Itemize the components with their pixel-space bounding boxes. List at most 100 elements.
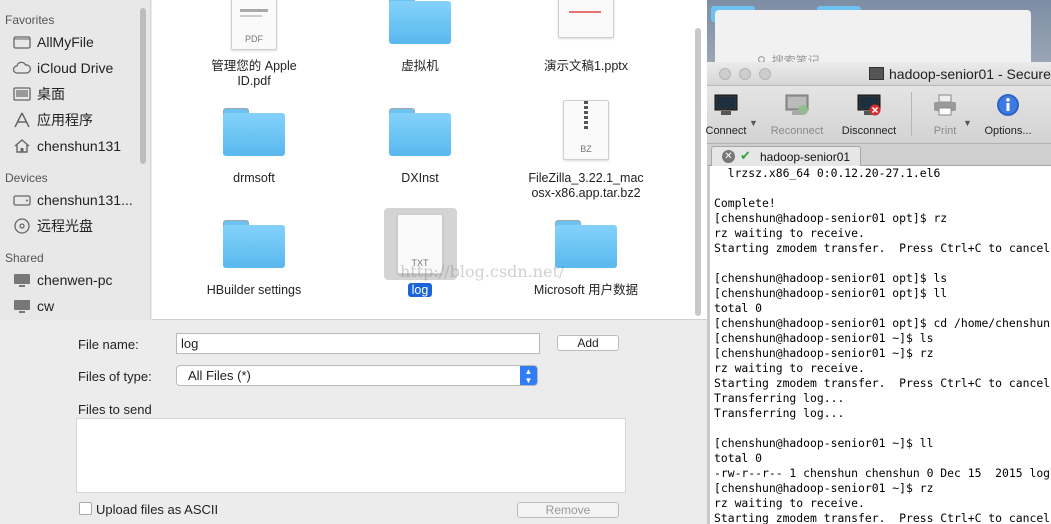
monitor-icon <box>12 272 32 288</box>
optical-disc-icon <box>12 218 32 234</box>
file-label: drmsoft <box>233 171 275 185</box>
sidebar-item-label: 应用程序 <box>37 112 93 128</box>
connect-button[interactable]: Connect <box>703 86 749 137</box>
sidebar-item-label: chenshun131... <box>37 192 133 208</box>
disk-icon <box>12 192 32 208</box>
crt-titlebar: hadoop-senior01 - SecureC <box>707 62 1051 86</box>
folder-icon <box>389 0 451 44</box>
terminal-line: [chenshun@hadoop-senior01 opt]$ ll <box>714 286 948 300</box>
sidebar-item-applications[interactable]: 应用程序 <box>12 109 93 131</box>
sidebar-item-label: 桌面 <box>37 86 65 102</box>
printer-icon <box>932 93 958 117</box>
reconnect-button[interactable]: Reconnect <box>767 86 827 137</box>
terminal-icon <box>869 67 884 80</box>
options-label: Options... <box>984 125 1032 137</box>
session-tab-label: hadoop-senior01 <box>760 150 851 164</box>
sidebar-item-label: chenshun131 <box>37 138 122 154</box>
sidebar-item-icloud-drive[interactable]: iCloud Drive <box>12 57 113 79</box>
upload-ascii-checkbox[interactable] <box>79 502 92 515</box>
sidebar-item-allmyfile[interactable]: AllMyFile <box>12 31 94 53</box>
terminal-line: rz waiting to receive. <box>714 226 865 240</box>
minimize-window-button[interactable] <box>739 68 751 80</box>
folder-icon <box>389 108 451 156</box>
file-label: 虚拟机 <box>401 59 439 73</box>
folder-icon <box>223 108 285 156</box>
sidebar-item-disk[interactable]: chenshun131... <box>12 189 133 211</box>
terminal-line: total 0 <box>714 451 763 465</box>
sidebar-item-label: cw <box>37 298 55 314</box>
toolbar-separator <box>911 92 912 136</box>
file-label: 管理您的 Apple ID.pdf <box>211 59 297 88</box>
terminal-line: [chenshun@hadoop-senior01 opt]$ cd /home… <box>714 316 1051 330</box>
sidebar-item-label: 远程光盘 <box>37 218 93 234</box>
pptx-file-icon <box>558 0 614 38</box>
terminal-line: Starting zmodem transfer. Press Ctrl+C t… <box>714 511 1051 524</box>
print-dropdown-icon[interactable]: ▼ <box>963 118 972 128</box>
connect-label: Connect <box>705 125 747 137</box>
disconnect-label: Disconnect <box>841 125 897 137</box>
terminal-line: [chenshun@hadoop-senior01 ~]$ ls <box>714 331 934 345</box>
disconnect-button[interactable]: Disconnect <box>837 86 901 137</box>
files-to-send-list[interactable] <box>76 418 626 493</box>
terminal-line: Starting zmodem transfer. Press Ctrl+C t… <box>714 376 1051 390</box>
home-icon <box>12 138 32 154</box>
connect-dropdown-icon[interactable]: ▼ <box>749 118 758 128</box>
file-send-dialog: Favorites AllMyFile iCloud Drive 桌面 应用程序… <box>0 0 707 524</box>
terminal-line: [chenshun@hadoop-senior01 opt]$ ls <box>714 271 948 285</box>
sidebar-scrollbar[interactable] <box>140 8 146 164</box>
file-label: 演示文稿1.pptx <box>543 59 629 73</box>
reconnect-icon <box>784 93 810 117</box>
sidebar-item-cw[interactable]: cw <box>12 295 54 317</box>
desktop-icon <box>12 86 32 102</box>
terminal-line: Complete! <box>714 196 776 210</box>
terminal-line: rz waiting to receive. <box>714 361 865 375</box>
sidebar-item-desktop[interactable]: 桌面 <box>12 83 65 105</box>
folder-icon <box>223 220 285 268</box>
upload-ascii-label: Upload files as ASCII <box>96 502 219 517</box>
terminal-output[interactable]: lrzsz.x86_64 0:0.12.20-27.1.el6 Complete!… <box>707 166 1051 524</box>
file-type-value: All Files (*) <box>188 368 251 383</box>
disconnect-icon <box>856 93 882 117</box>
file-name-label: File name: <box>78 337 139 352</box>
sidebar-section-favorites: Favorites <box>5 13 55 27</box>
close-window-button[interactable] <box>719 68 731 80</box>
terminal-line: [chenshun@hadoop-senior01 ~]$ rz <box>714 346 934 360</box>
file-type-select[interactable]: All Files (*) ▲ ▼ <box>176 365 538 386</box>
crt-toolbar: Connect ▼ Reconnect Disconnect Print ▼ O… <box>706 86 1051 144</box>
sidebar-item-remote-disc[interactable]: 远程光盘 <box>12 215 93 237</box>
print-button[interactable]: Print <box>927 86 963 137</box>
file-name-input[interactable] <box>176 333 540 354</box>
watermark: http://blog.csdn.net/ <box>400 262 565 281</box>
pdf-file-icon: PDF <box>231 0 277 50</box>
zip-archive-icon: BZ <box>563 100 609 160</box>
remove-button[interactable]: Remove <box>517 502 619 518</box>
info-icon <box>995 93 1021 117</box>
session-tab-bar: ✕ ✔ hadoop-senior01 <box>707 144 1051 166</box>
terminal-line: -rw-r--r-- 1 chenshun chenshun 0 Dec 15 … <box>714 466 1051 480</box>
file-browser-scrollbar[interactable] <box>695 28 701 316</box>
file-type-label: Files of type: <box>78 369 152 384</box>
reconnect-label: Reconnect <box>770 125 824 137</box>
cloud-icon <box>12 60 32 76</box>
close-tab-icon[interactable]: ✕ <box>722 150 735 163</box>
sidebar-section-shared: Shared <box>5 251 44 265</box>
folder-icon <box>555 220 617 268</box>
file-label: FileZilla_3.22.1_mac osx-x86.app.tar.bz2 <box>528 171 644 200</box>
print-label: Print <box>933 125 957 137</box>
add-button[interactable]: Add <box>557 335 619 351</box>
connect-icon <box>713 93 739 117</box>
sidebar-section-devices: Devices <box>5 171 48 185</box>
sidebar-item-chenwen-pc[interactable]: chenwen-pc <box>12 269 113 291</box>
file-label: Microsoft 用户数据 <box>533 283 639 297</box>
terminal-line: lrzsz.x86_64 0:0.12.20-27.1.el6 <box>714 166 941 180</box>
sidebar: Favorites AllMyFile iCloud Drive 桌面 应用程序… <box>0 0 151 320</box>
session-tab[interactable]: ✕ ✔ hadoop-senior01 <box>711 146 861 166</box>
sidebar-item-label: AllMyFile <box>37 34 94 50</box>
terminal-line: Transferring log... <box>714 406 845 420</box>
applications-icon <box>12 112 32 128</box>
zoom-window-button[interactable] <box>759 68 771 80</box>
sidebar-item-home[interactable]: chenshun131 <box>12 135 121 157</box>
options-button[interactable]: Options... <box>981 86 1035 137</box>
terminal-line: Transferring log... <box>714 391 845 405</box>
chevron-updown-icon: ▲ ▼ <box>520 366 537 385</box>
